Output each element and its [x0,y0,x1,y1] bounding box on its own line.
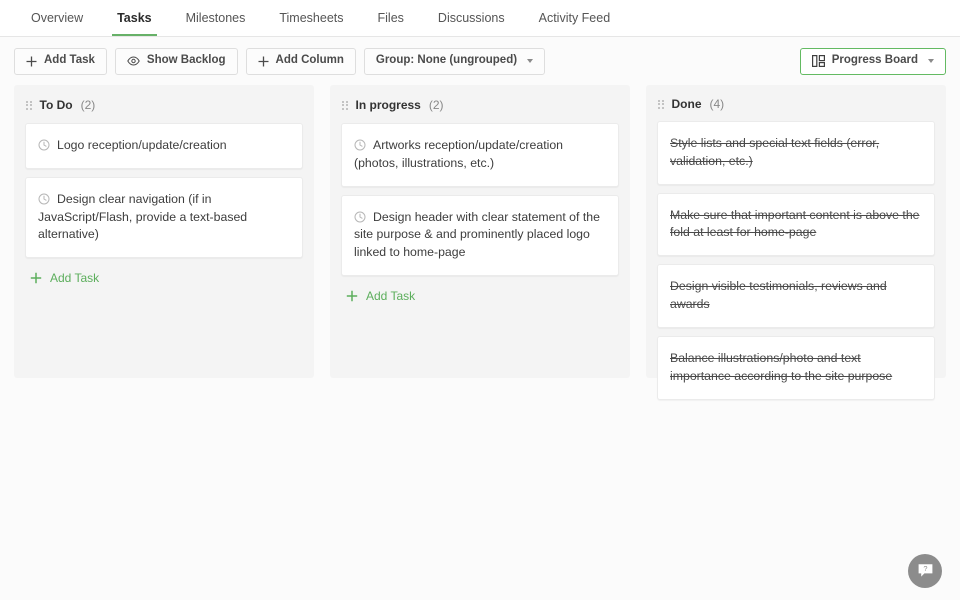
tab-label: Activity Feed [538,11,611,25]
clock-icon [354,211,366,223]
chevron-down-icon [928,59,934,63]
column-header: To Do (2) [25,97,303,113]
column-add-task-label: Add Task [366,289,416,304]
task-card-body: Logo reception/update/creation [38,137,289,155]
tab-timesheets[interactable]: Timesheets [262,0,360,36]
clock-icon [38,139,50,151]
column-title: Done [671,97,702,111]
drag-handle-icon[interactable] [26,100,32,110]
task-card[interactable]: Design header with clear statement of th… [341,194,619,277]
plus-icon [346,290,358,302]
drag-handle-icon[interactable] [658,99,664,109]
task-card-title: Artworks reception/update/creation (phot… [354,138,564,170]
column-task-count: (2) [80,98,96,112]
task-card-body: Artworks reception/update/creation (phot… [354,137,605,173]
show-backlog-button-label: Show Backlog [146,54,226,67]
task-card[interactable]: Style lists and special text fields (err… [657,121,935,185]
clock-icon [354,139,366,151]
column-add-task-label: Add Task [50,271,100,286]
eye-icon [127,56,140,66]
plus-icon [26,56,37,67]
column-add-task-link[interactable]: Add Task [346,289,619,303]
tab-overview[interactable]: Overview [14,0,100,36]
column-title: To Do [39,98,73,112]
column-header: In progress (2) [341,97,619,113]
chevron-down-icon [527,59,534,63]
task-card-body: Balance illustrations/photo and text imp… [670,350,921,386]
board-icon [811,55,825,67]
column-title: In progress [355,98,421,112]
column-add-task-link[interactable]: Add Task [30,271,303,285]
tab-milestones[interactable]: Milestones [169,0,263,36]
task-card-body: Design visible testimonials, reviews and… [670,278,921,314]
task-card-body: Design clear navigation (if in JavaScrip… [38,191,289,244]
progress-board-view-label: Progress Board [831,54,918,67]
add-task-button-label: Add Task [44,54,95,67]
task-card[interactable]: Make sure that important content is abov… [657,192,935,257]
plus-icon [258,56,269,67]
tab-label: Discussions [437,11,505,25]
tab-label: Milestones [185,11,246,25]
add-column-button[interactable]: Add Column [245,47,356,75]
help-chat-icon: ? [917,563,934,579]
tab-activity-feed[interactable]: Activity Feed [522,0,628,36]
task-card-body: Make sure that important content is abov… [670,207,921,243]
task-card[interactable]: Artworks reception/update/creation (phot… [341,123,619,187]
task-card[interactable]: Balance illustrations/photo and text imp… [657,335,935,400]
clock-icon [38,193,50,205]
tab-tasks[interactable]: Tasks [100,0,169,36]
add-task-button[interactable]: Add Task [14,47,107,75]
task-card-title: Style lists and special text fields (err… [670,136,880,168]
tab-label: Files [377,11,404,25]
board-toolbar: Add Task Show Backlog Add Column Group: … [0,37,960,85]
task-card-title: Make sure that important content is abov… [670,207,920,240]
drag-handle-icon[interactable] [342,100,348,110]
column-task-count: (2) [428,98,444,112]
task-card-body: Design header with clear statement of th… [354,209,605,262]
task-card-title: Design visible testimonials, reviews and… [670,279,887,312]
board-column: Done (4) Style lists and special text fiel… [646,85,946,400]
svg-text:?: ? [923,564,927,573]
task-card-body: Style lists and special text fields (err… [670,135,921,171]
task-card[interactable]: Design clear navigation (if in JavaScrip… [25,176,303,259]
task-card[interactable]: Logo reception/update/creation [25,123,303,169]
tab-label: Overview [31,11,84,25]
help-button[interactable]: ? [908,554,942,588]
task-card[interactable]: Design visible testimonials, reviews and… [657,264,935,328]
group-by-dropdown-label: Group: None (ungrouped) [375,54,518,67]
add-column-button-label: Add Column [275,54,344,67]
task-card-title: Logo reception/update/creation [57,138,227,152]
show-backlog-button[interactable]: Show Backlog [114,47,238,75]
task-card-title: Design header with clear statement of th… [354,209,600,260]
progress-board-view-button[interactable]: Progress Board [799,47,946,75]
tab-discussions[interactable]: Discussions [421,0,522,36]
kanban-board: To Do (2) Logo reception/update/creation De… [0,85,960,400]
board-column: In progress (2) Artworks reception/update/… [330,85,630,378]
column-header: Done (4) [657,97,935,111]
tab-label: Tasks [117,11,152,25]
task-card-title: Design clear navigation (if in JavaScrip… [38,191,248,242]
task-card-title: Balance illustrations/photo and text imp… [670,350,893,383]
tab-label: Timesheets [279,11,344,25]
column-task-count: (4) [709,97,725,111]
board-column: To Do (2) Logo reception/update/creation De… [14,85,314,378]
plus-icon [30,272,42,284]
tab-files[interactable]: Files [361,0,421,36]
group-by-dropdown[interactable]: Group: None (ungrouped) [363,47,546,75]
main-tab-bar: Overview Tasks Milestones Timesheets Files Di… [0,0,960,37]
